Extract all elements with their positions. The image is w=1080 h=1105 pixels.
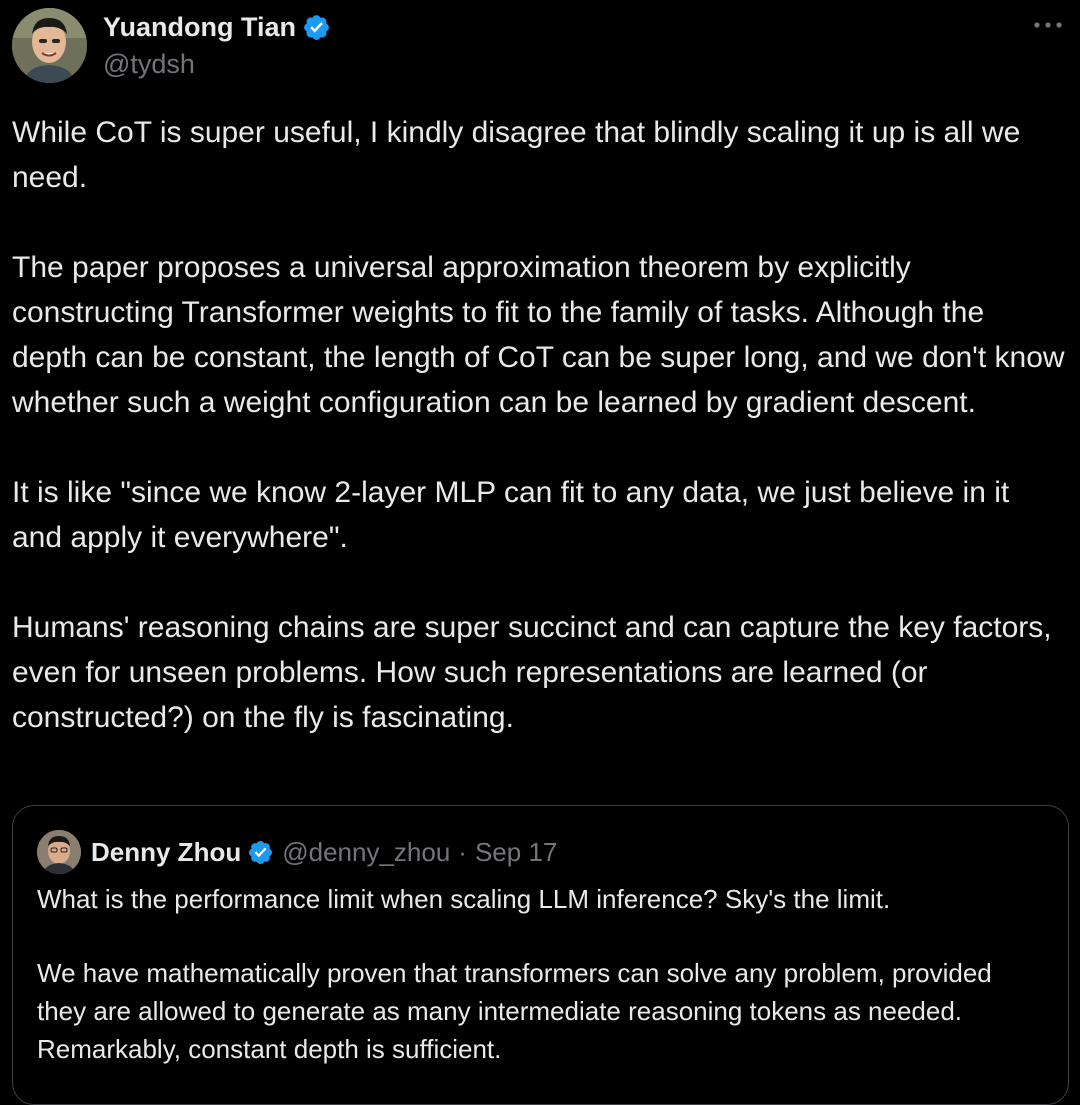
tweet-paragraph: The paper proposes a universal approxima… xyxy=(12,251,1065,419)
quoted-author-handle[interactable]: @denny_zhou xyxy=(282,837,450,868)
author-handle[interactable]: @tydsh xyxy=(103,48,195,80)
verified-badge-icon xyxy=(247,839,274,866)
quoted-author-avatar[interactable] xyxy=(37,830,81,874)
quoted-tweet-paragraph: We have mathematically proven that trans… xyxy=(37,958,992,1064)
verified-badge-icon xyxy=(302,13,331,42)
quoted-tweet-header: Denny Zhou @denny_zhou · Sep 17 xyxy=(37,830,557,874)
quoted-author-name[interactable]: Denny Zhou xyxy=(91,837,241,868)
tweet-text: While CoT is super useful, I kindly disa… xyxy=(12,110,1067,740)
quoted-tweet[interactable]: Denny Zhou @denny_zhou · Sep 17 What is … xyxy=(12,805,1069,1105)
more-options-button[interactable] xyxy=(1026,8,1070,42)
tweet-paragraph: Humans' reasoning chains are super succi… xyxy=(12,611,1052,734)
quoted-tweet-paragraph: What is the performance limit when scali… xyxy=(37,884,891,914)
separator-dot: · xyxy=(458,836,467,867)
tweet-card: Yuandong Tian @tydsh While CoT is super … xyxy=(0,0,1080,1105)
author-name-text[interactable]: Yuandong Tian xyxy=(103,10,296,44)
author-name[interactable]: Yuandong Tian xyxy=(103,10,331,44)
more-horizontal-icon xyxy=(1033,16,1063,34)
tweet-paragraph: While CoT is super useful, I kindly disa… xyxy=(12,116,1021,194)
tweet-paragraph: It is like "since we know 2-layer MLP ca… xyxy=(12,476,1010,554)
quoted-tweet-date[interactable]: Sep 17 xyxy=(475,837,557,868)
quoted-tweet-text: What is the performance limit when scali… xyxy=(37,880,1047,1104)
author-avatar[interactable] xyxy=(12,8,87,83)
